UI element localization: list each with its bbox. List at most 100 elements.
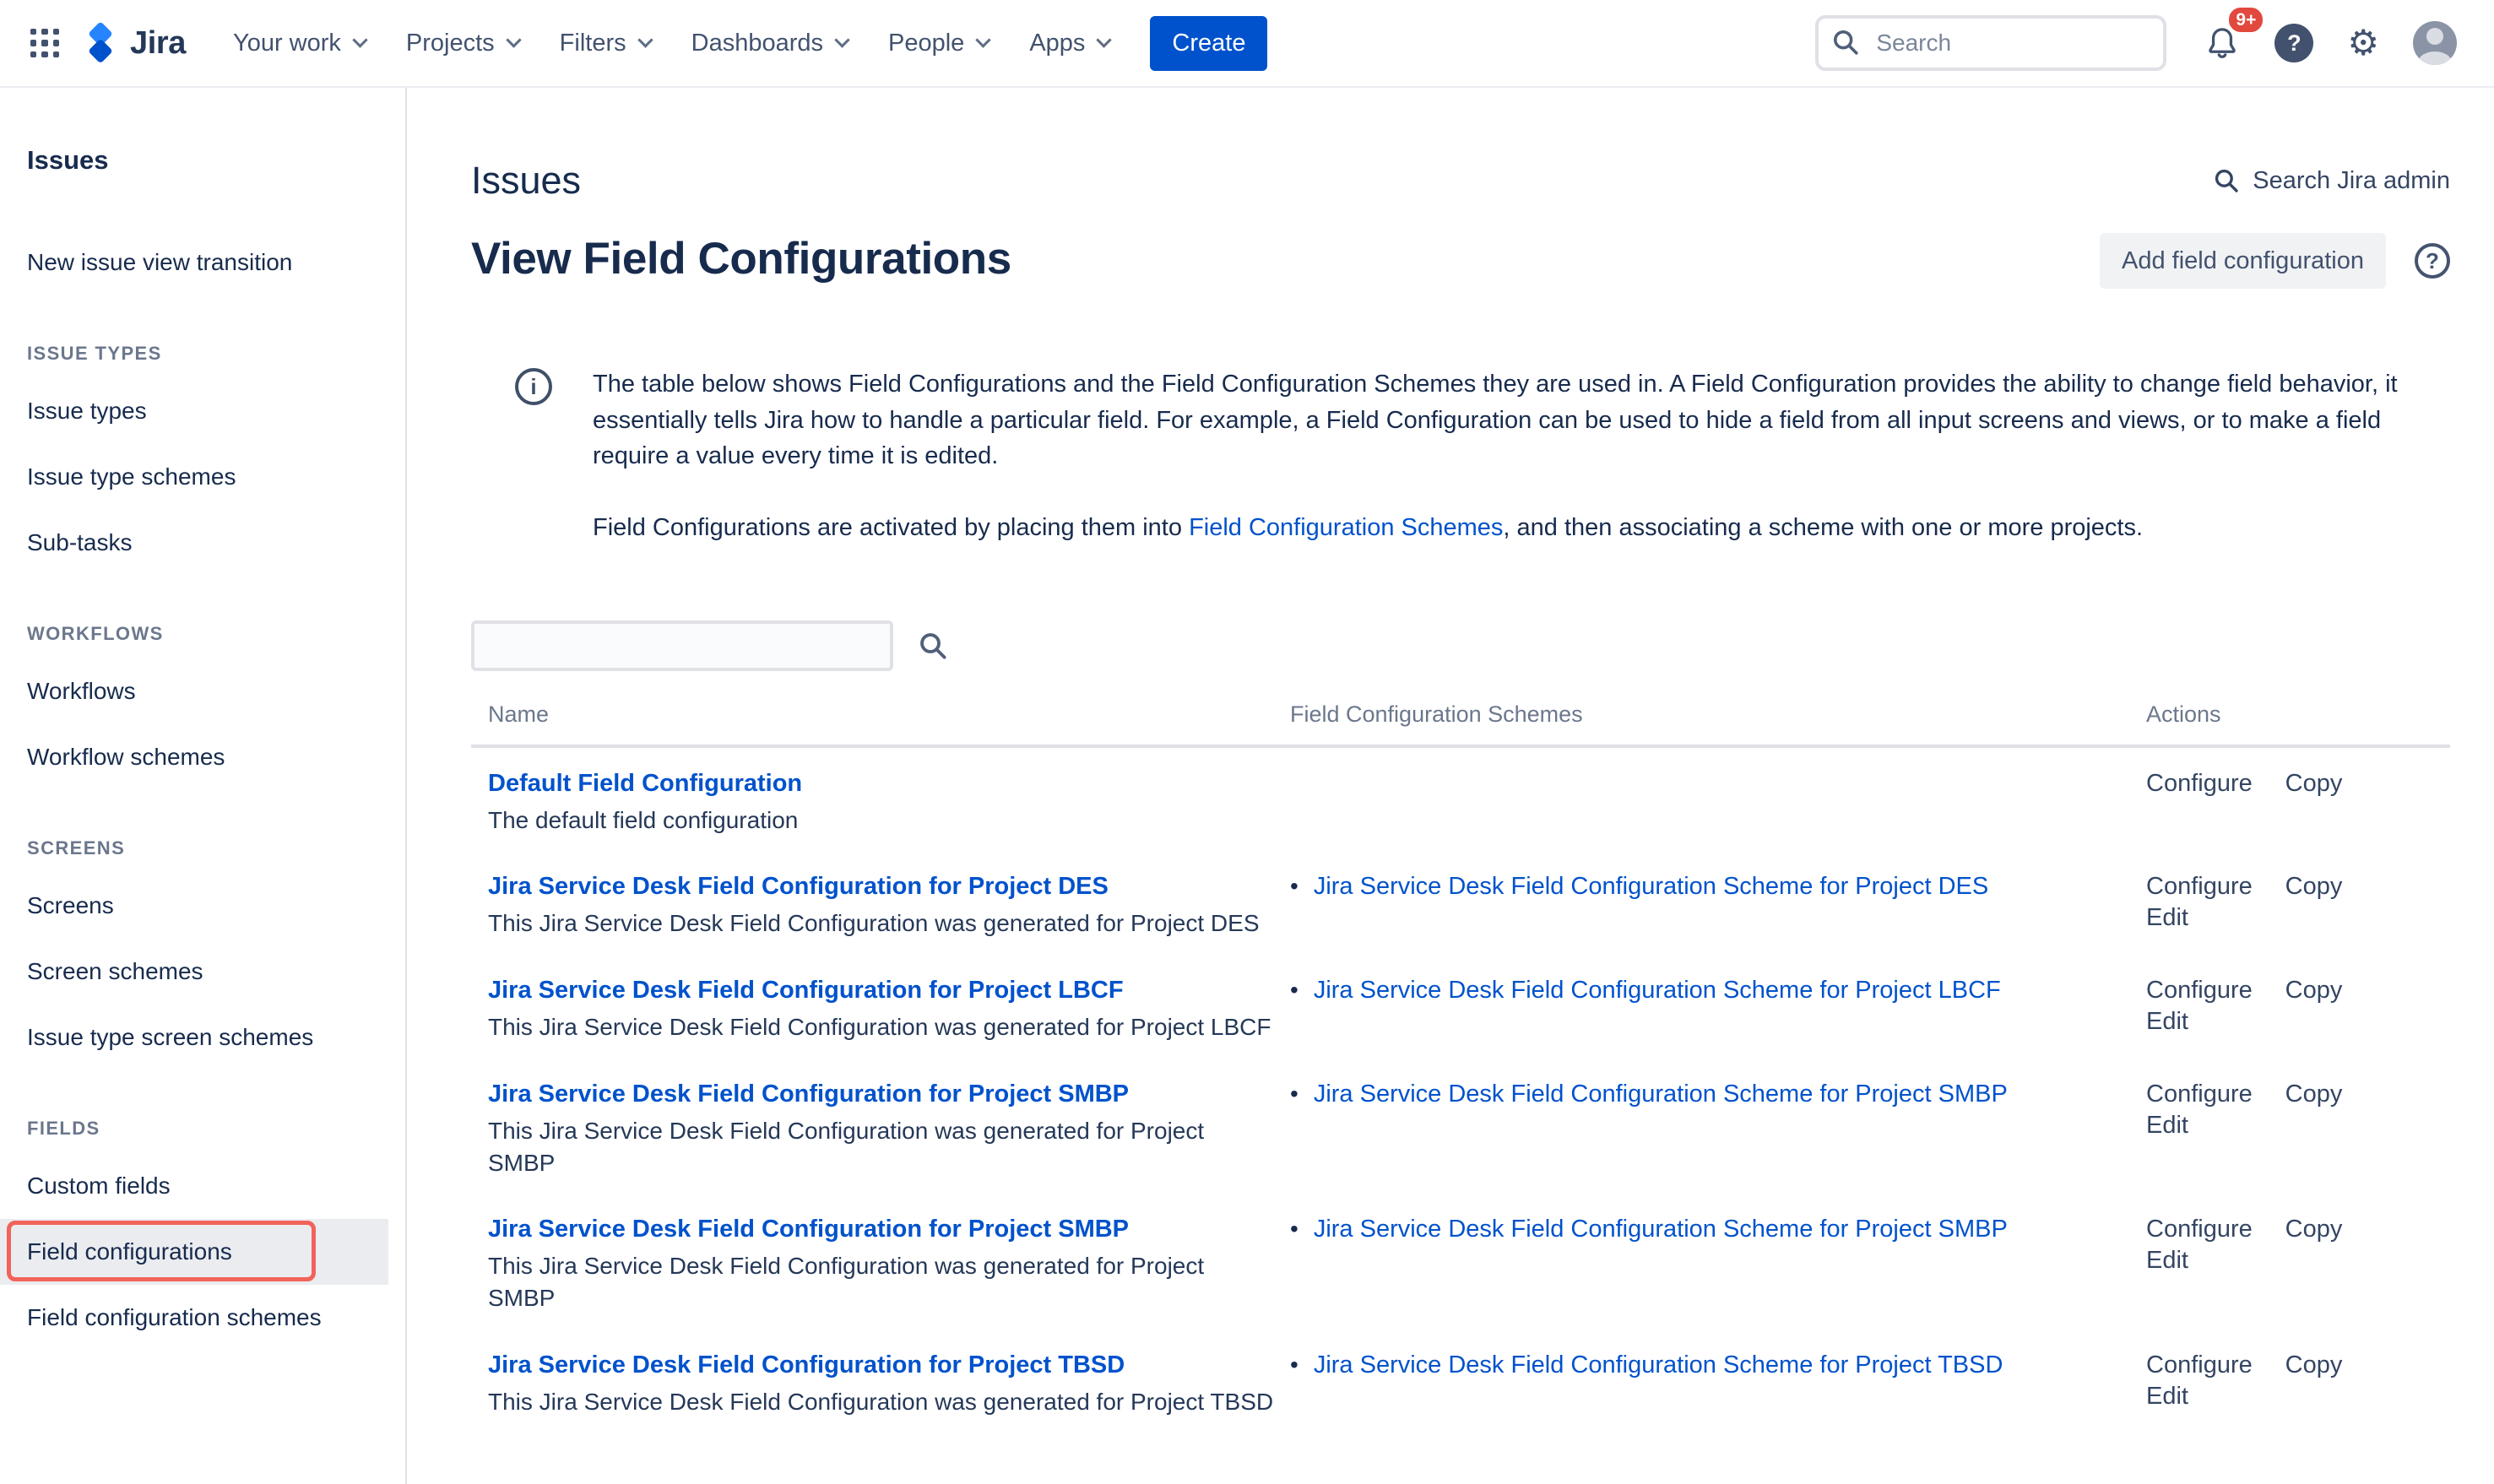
scheme-link[interactable]: Jira Service Desk Field Configuration Sc… (1314, 1216, 2008, 1243)
gear-icon: ⚙ (2347, 25, 2379, 61)
copy-link[interactable]: Copy (2285, 873, 2343, 900)
notifications-badge: 9+ (2226, 4, 2266, 35)
configure-link[interactable]: Configure (2146, 977, 2253, 1004)
sidebar-item-field-configuration-schemes[interactable]: Field configuration schemes (0, 1285, 405, 1351)
nav-item-label: Dashboards (691, 30, 823, 57)
info-icon: i (515, 368, 552, 405)
question-circle-icon[interactable]: ? (2415, 243, 2450, 279)
primary-nav: Your work Projects Filters Dashboards Pe… (213, 16, 1130, 71)
sidebar-heading-issue-types: ISSUE TYPES (0, 343, 405, 365)
filter-search-icon[interactable] (919, 631, 947, 660)
sidebar-item-issue-type-schemes[interactable]: Issue type schemes (0, 444, 405, 510)
chevron-down-icon (637, 32, 653, 47)
chevron-down-icon (834, 32, 849, 47)
sidebar-item-issue-type-screen-schemes[interactable]: Issue type screen schemes (0, 1005, 405, 1070)
configure-link[interactable]: Configure (2146, 1216, 2253, 1243)
configure-link[interactable]: Configure (2146, 770, 2253, 797)
help-button[interactable]: ? (2264, 14, 2323, 73)
scheme-link[interactable]: Jira Service Desk Field Configuration Sc… (1314, 1351, 2003, 1378)
edit-link[interactable]: Edit (2146, 1383, 2188, 1410)
nav-item-filters[interactable]: Filters (539, 16, 671, 71)
column-header-actions: Actions (2146, 688, 2450, 746)
copy-link[interactable]: Copy (2285, 977, 2343, 1004)
copy-link[interactable]: Copy (2285, 770, 2343, 797)
app-switcher-icon (30, 29, 59, 57)
jira-logo-icon (79, 22, 122, 64)
nav-item-label: Apps (1029, 30, 1085, 57)
edit-link[interactable]: Edit (2146, 1008, 2188, 1035)
info-paragraph: The table below shows Field Configuratio… (593, 366, 2450, 474)
table-row: Default Field Configuration The default … (471, 746, 2450, 852)
field-config-link[interactable]: Default Field Configuration (488, 770, 802, 798)
create-button[interactable]: Create (1150, 16, 1267, 71)
chevron-down-icon (506, 32, 521, 47)
field-config-description: The default field configuration (488, 804, 1277, 837)
sidebar-heading-screens: SCREENS (0, 837, 405, 859)
help-icon: ? (2274, 24, 2313, 62)
nav-item-label: Projects (406, 30, 495, 57)
field-config-link[interactable]: Jira Service Desk Field Configuration fo… (488, 977, 1124, 1005)
sidebar-item-workflows[interactable]: Workflows (0, 658, 405, 724)
sidebar-item-label: Field configurations (27, 1238, 232, 1265)
scheme-list-item: Jira Service Desk Field Configuration Sc… (1290, 1351, 2003, 1378)
edit-link[interactable]: Edit (2146, 904, 2188, 931)
copy-link[interactable]: Copy (2285, 1351, 2343, 1378)
field-config-link[interactable]: Jira Service Desk Field Configuration fo… (488, 1216, 1129, 1243)
configure-link[interactable]: Configure (2146, 873, 2253, 900)
nav-item-projects[interactable]: Projects (386, 16, 539, 71)
nav-item-your-work[interactable]: Your work (213, 16, 386, 71)
edit-link[interactable]: Edit (2146, 1112, 2188, 1139)
field-config-link[interactable]: Jira Service Desk Field Configuration fo… (488, 873, 1109, 901)
sidebar-item-new-issue-view-transition[interactable]: New issue view transition (0, 230, 405, 295)
scheme-link[interactable]: Jira Service Desk Field Configuration Sc… (1314, 977, 2001, 1004)
profile-button[interactable] (2403, 11, 2467, 75)
table-row: Jira Service Desk Field Configuration fo… (471, 955, 2450, 1059)
scheme-link[interactable]: Jira Service Desk Field Configuration Sc… (1314, 873, 1988, 900)
info-panel: i The table below shows Field Configurat… (471, 366, 2450, 546)
nav-right-group: 9+ ? ⚙ (1815, 11, 2467, 75)
table-row: Jira Service Desk Field Configuration fo… (471, 851, 2450, 955)
nav-item-apps[interactable]: Apps (1009, 16, 1130, 71)
sidebar-item-sub-tasks[interactable]: Sub-tasks (0, 510, 405, 576)
nav-item-people[interactable]: People (868, 16, 1009, 71)
search-icon (2214, 168, 2239, 193)
search-jira-admin-label: Search Jira admin (2253, 167, 2450, 195)
table-row: Jira Service Desk Field Configuration fo… (471, 1330, 2450, 1433)
field-config-link[interactable]: Jira Service Desk Field Configuration fo… (488, 1081, 1129, 1108)
sidebar-item-issue-types[interactable]: Issue types (0, 378, 405, 444)
admin-sidebar: Issues New issue view transition ISSUE T… (0, 88, 407, 1484)
field-config-link[interactable]: Jira Service Desk Field Configuration fo… (488, 1351, 1125, 1379)
sidebar-item-workflow-schemes[interactable]: Workflow schemes (0, 724, 405, 790)
table-row: Jira Service Desk Field Configuration fo… (471, 1059, 2450, 1194)
app-switcher-button[interactable] (20, 19, 69, 68)
chevron-down-icon (352, 32, 367, 47)
column-header-schemes: Field Configuration Schemes (1290, 688, 2146, 746)
sidebar-item-custom-fields[interactable]: Custom fields (0, 1153, 405, 1219)
field-config-description: This Jira Service Desk Field Configurati… (488, 1115, 1277, 1179)
nav-item-dashboards[interactable]: Dashboards (671, 16, 868, 71)
sidebar-title: Issues (0, 145, 405, 176)
copy-link[interactable]: Copy (2285, 1216, 2343, 1243)
configure-link[interactable]: Configure (2146, 1081, 2253, 1108)
copy-link[interactable]: Copy (2285, 1081, 2343, 1108)
jira-logo[interactable]: Jira (79, 22, 186, 64)
table-filter-input[interactable] (471, 620, 893, 671)
search-jira-admin-button[interactable]: Search Jira admin (2214, 167, 2450, 195)
sidebar-item-screen-schemes[interactable]: Screen schemes (0, 939, 405, 1005)
settings-button[interactable]: ⚙ (2337, 15, 2389, 71)
info-text-segment: , and then associating a scheme with one… (1503, 514, 2143, 541)
sidebar-item-field-configurations[interactable]: Field configurations (0, 1219, 388, 1285)
scheme-link[interactable]: Jira Service Desk Field Configuration Sc… (1314, 1081, 2008, 1108)
edit-link[interactable]: Edit (2146, 1247, 2188, 1274)
add-field-configuration-button[interactable]: Add field configuration (2100, 233, 2386, 289)
global-search-input[interactable] (1815, 15, 2166, 71)
column-header-name: Name (471, 688, 1290, 746)
field-configurations-table: Name Field Configuration Schemes Actions… (471, 688, 2450, 1433)
field-configuration-schemes-link[interactable]: Field Configuration Schemes (1189, 514, 1503, 541)
notifications-button[interactable]: 9+ (2193, 14, 2251, 72)
sidebar-item-screens[interactable]: Screens (0, 873, 405, 939)
page-title: Issues (471, 159, 581, 203)
configure-link[interactable]: Configure (2146, 1351, 2253, 1378)
main-content: Issues Search Jira admin View Field Conf… (407, 88, 2494, 1484)
sidebar-heading-fields: FIELDS (0, 1118, 405, 1140)
